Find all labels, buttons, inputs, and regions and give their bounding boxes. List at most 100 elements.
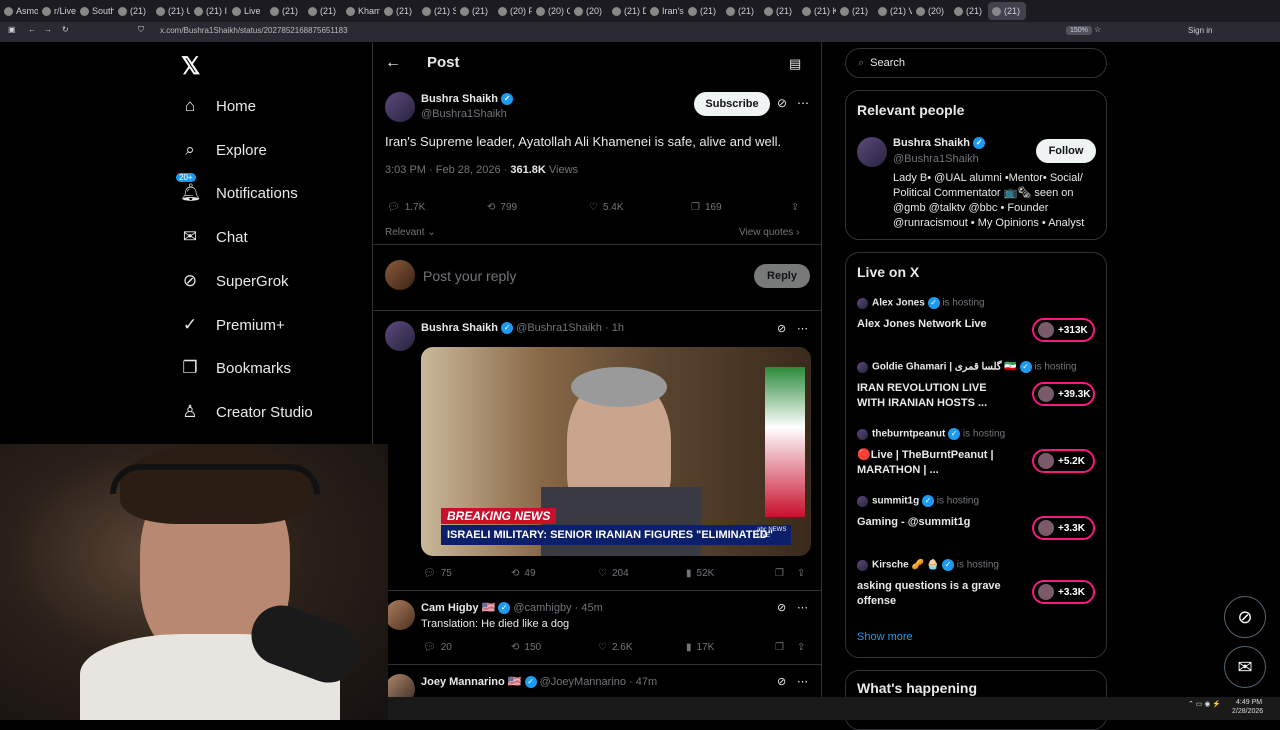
browser-tab[interactable]: (21) xyxy=(304,2,342,20)
person-name[interactable]: Bushra Shaikh ✓ xyxy=(893,137,986,150)
avatar[interactable] xyxy=(385,92,415,122)
share-icon[interactable]: ⇪ xyxy=(797,642,805,653)
sort-dropdown[interactable]: Relevant ⌄ xyxy=(385,227,436,238)
show-more-link[interactable]: Show more xyxy=(857,631,913,643)
x-logo[interactable]: 𝕏 xyxy=(181,52,200,81)
live-title[interactable]: IRAN REVOLUTION LIVE WITH IRANIAN HOSTS … xyxy=(857,381,1017,411)
live-listeners-pill[interactable]: +5.2K xyxy=(1032,449,1095,473)
browser-tab[interactable]: Iran's xyxy=(646,2,684,20)
author-name[interactable]: Bushra Shaikh ✓ xyxy=(421,93,514,106)
tweet-timestamp[interactable]: 3:03 PM · Feb 28, 2026 · 361.8K Views xyxy=(385,164,578,176)
bookmark-icon[interactable]: ❐ xyxy=(775,568,784,579)
repost-action[interactable]: ⟲ 150 xyxy=(511,642,541,653)
avatar[interactable] xyxy=(385,600,415,630)
follow-button[interactable]: Follow xyxy=(1036,139,1096,163)
browser-tab[interactable]: (20) F xyxy=(494,2,532,20)
browser-tab[interactable]: (20) xyxy=(912,2,950,20)
live-host[interactable]: Alex Jones ✓ is hosting xyxy=(872,297,985,309)
views-action[interactable]: ▮ 52K xyxy=(686,568,714,579)
browser-tab[interactable]: (21) xyxy=(760,2,798,20)
repost-action[interactable]: ⟲ 799 xyxy=(487,202,517,213)
more-icon[interactable]: ⋯ xyxy=(797,96,809,110)
avatar[interactable] xyxy=(385,321,415,351)
nav-item-home[interactable]: ⌂ Home xyxy=(180,96,256,116)
browser-tab[interactable]: r/Live xyxy=(38,2,76,20)
reply-action[interactable]: 💬︎ 1.7K xyxy=(387,202,425,213)
grok-icon[interactable]: ⊘ xyxy=(777,96,787,110)
avatar[interactable] xyxy=(857,137,887,167)
browser-tab[interactable]: (20) xyxy=(570,2,608,20)
live-title[interactable]: Gaming - @summit1g xyxy=(857,515,1017,530)
bookmark-icon[interactable]: ❐ xyxy=(775,642,784,653)
live-host[interactable]: Goldie Ghamari | گلسا قمری 🇮🇷 ✓ is hosti… xyxy=(872,361,1077,373)
nav-item-explore[interactable]: ⌕ Explore xyxy=(180,140,267,160)
browser-tab[interactable]: (21) I xyxy=(190,2,228,20)
tray-icons[interactable]: ⌃ ▭ ◉ ⚡ xyxy=(1188,700,1221,708)
repost-action[interactable]: ⟲ 49 xyxy=(511,568,536,579)
live-title[interactable]: 🔴Live | TheBurntPeanut | MARATHON | ... xyxy=(857,448,1017,478)
browser-tab[interactable]: (21) xyxy=(988,2,1026,20)
live-title[interactable]: Alex Jones Network Live xyxy=(857,317,1017,332)
nav-item-creator-studio[interactable]: ♙ Creator Studio xyxy=(180,402,312,422)
browser-tab[interactable]: Kham xyxy=(342,2,380,20)
reply-author[interactable]: Joey Mannarino 🇺🇸 ✓ @JoeyMannarino · 47m xyxy=(421,675,657,689)
forward-icon[interactable]: → xyxy=(44,25,52,34)
messages-fab-icon[interactable]: ✉ xyxy=(1224,646,1266,688)
reply-input[interactable]: Post your reply xyxy=(423,268,516,284)
more-icon[interactable]: ⋯ xyxy=(797,601,808,614)
search-input[interactable]: Search xyxy=(870,57,905,69)
person-handle[interactable]: @Bushra1Shaikh xyxy=(893,153,979,165)
reply-action[interactable]: 💬︎ 20 xyxy=(423,642,452,653)
browser-tab[interactable]: (21) xyxy=(114,2,152,20)
reload-icon[interactable]: ↻ xyxy=(62,25,69,34)
browser-tab[interactable]: South xyxy=(76,2,114,20)
browser-tab[interactable]: (21) xyxy=(684,2,722,20)
browser-tab[interactable]: (21) xyxy=(380,2,418,20)
browser-tab[interactable]: (21) xyxy=(266,2,304,20)
browser-tab[interactable]: (20) C xyxy=(532,2,570,20)
browser-tab[interactable]: Asmo xyxy=(0,2,38,20)
author-handle[interactable]: @Bushra1Shaikh xyxy=(421,108,507,120)
star-icon[interactable]: ☆ xyxy=(1094,25,1101,34)
back-arrow-icon[interactable]: ← xyxy=(385,54,401,72)
browser-tab[interactable]: (21) K xyxy=(798,2,836,20)
browser-tab[interactable]: Live xyxy=(228,2,266,20)
nav-item-premium[interactable]: ✓ Premium+ xyxy=(180,315,285,335)
browser-tab[interactable]: (21) U xyxy=(152,2,190,20)
browser-tab[interactable]: (21) D xyxy=(608,2,646,20)
sidebar-toggle-icon[interactable]: ▣ xyxy=(8,25,16,34)
live-listeners-pill[interactable]: +3.3K xyxy=(1032,580,1095,604)
share-icon[interactable]: ⇪ xyxy=(791,202,799,213)
reply-author[interactable]: Bushra Shaikh ✓ @Bushra1Shaikh · 1h xyxy=(421,322,624,335)
back-icon[interactable]: ← xyxy=(28,25,36,34)
reader-view-icon[interactable]: ▤ xyxy=(789,56,801,72)
browser-tab[interactable]: (21) S xyxy=(418,2,456,20)
live-host[interactable]: theburntpeanut ✓ is hosting xyxy=(872,428,1005,440)
clock-time[interactable]: 4:49 PM xyxy=(1236,699,1262,706)
view-quotes-link[interactable]: View quotes › xyxy=(739,227,799,238)
nav-item-chat[interactable]: ✉ Chat xyxy=(180,227,248,247)
search-box[interactable]: ⌕ Search xyxy=(845,48,1107,78)
clock-date[interactable]: 2/28/2026 xyxy=(1232,708,1263,715)
browser-tab[interactable]: (21) V xyxy=(874,2,912,20)
live-title[interactable]: asking questions is a grave offense xyxy=(857,579,1017,609)
bookmark-action[interactable]: ❐ 169 xyxy=(691,202,722,213)
reply-author[interactable]: Cam Higby 🇺🇸 ✓ @camhigby · 45m xyxy=(421,601,603,615)
like-action[interactable]: ♡ 204 xyxy=(598,568,629,579)
grok-icon[interactable]: ⊘ xyxy=(777,675,786,688)
browser-tab[interactable]: (21) xyxy=(722,2,760,20)
nav-item-bookmarks[interactable]: ❐ Bookmarks xyxy=(180,358,291,378)
browser-tab[interactable]: (21) xyxy=(950,2,988,20)
more-icon[interactable]: ⋯ xyxy=(797,675,808,688)
share-icon[interactable]: ⇪ xyxy=(797,568,805,579)
shield-icon[interactable]: ⛉ xyxy=(138,25,144,35)
news-video-thumbnail[interactable]: BREAKING NEWS ISRAELI MILITARY: SENIOR I… xyxy=(421,347,811,556)
nav-item-notifications[interactable]: 🔔︎ 20+ Notifications xyxy=(176,173,298,203)
address-bar[interactable]: x.com/Bushra1Shaikh/status/2027852168875… xyxy=(160,26,348,35)
browser-tab[interactable]: (21) xyxy=(456,2,494,20)
like-action[interactable]: ♡ 2.6K xyxy=(598,642,633,653)
live-listeners-pill[interactable]: +3.3K xyxy=(1032,516,1095,540)
grok-icon[interactable]: ⊘ xyxy=(777,322,786,335)
browser-tab[interactable]: (21) xyxy=(836,2,874,20)
live-listeners-pill[interactable]: +39.3K xyxy=(1032,382,1095,406)
